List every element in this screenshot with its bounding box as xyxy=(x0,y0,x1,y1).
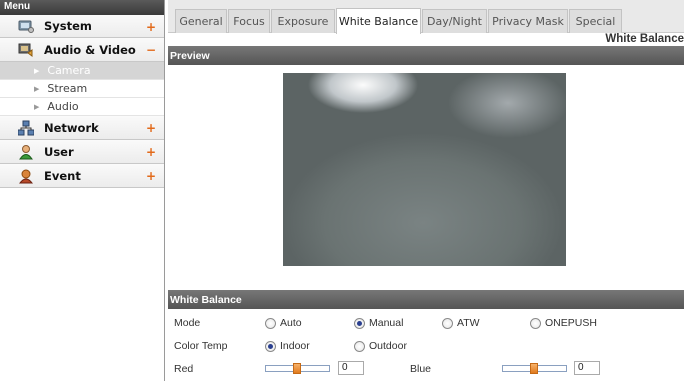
arrow-right-icon: ▶ xyxy=(34,66,40,75)
tab-bar: General Focus Exposure White Balance Day… xyxy=(168,0,684,34)
red-slider-thumb[interactable] xyxy=(293,363,301,374)
page-title: White Balance xyxy=(605,33,684,45)
sidebar-item-user[interactable]: User + xyxy=(0,140,164,164)
radio-label: Indoor xyxy=(280,340,310,352)
sidebar-item-label: System xyxy=(44,19,92,33)
radio-button[interactable] xyxy=(265,317,276,329)
color-temp-radio-indoor[interactable]: Indoor xyxy=(265,340,310,352)
tab-white-balance[interactable]: White Balance xyxy=(336,8,421,34)
expand-toggle[interactable]: + xyxy=(146,20,156,34)
mode-label: Mode xyxy=(174,317,201,329)
blue-value-input[interactable]: 0 xyxy=(574,361,600,375)
tab-focus[interactable]: Focus xyxy=(228,9,270,33)
blue-label: Blue xyxy=(410,363,432,375)
radio-label: ONEPUSH xyxy=(545,317,597,329)
mode-radio-auto[interactable]: Auto xyxy=(265,317,302,329)
sidebar-item-network[interactable]: Network + xyxy=(0,116,164,140)
radio-button-selected[interactable] xyxy=(265,340,276,352)
sidebar-subitem-label: Camera xyxy=(47,64,91,77)
blue-slider-thumb[interactable] xyxy=(530,363,538,374)
sidebar-item-label: Event xyxy=(44,168,81,183)
arrow-right-icon: ▶ xyxy=(34,84,40,93)
sidebar-item-event[interactable]: Event + xyxy=(0,164,164,188)
arrow-right-icon: ▶ xyxy=(34,102,40,111)
event-icon xyxy=(18,168,34,184)
sidebar-subitem-camera[interactable]: ▶ Camera xyxy=(0,62,164,80)
tab-day-night[interactable]: Day/Night xyxy=(422,9,487,33)
camera-preview-image xyxy=(283,73,566,266)
tab-general[interactable]: General xyxy=(175,9,227,33)
mode-row: Mode Auto Manual ATW ONEPUSH xyxy=(168,313,684,335)
sidebar-item-audio-video[interactable]: Audio & Video − xyxy=(0,38,164,62)
radio-label: Outdoor xyxy=(369,340,407,352)
tab-special[interactable]: Special xyxy=(569,9,622,33)
preview-section-header: Preview xyxy=(168,46,684,65)
network-icon xyxy=(17,120,35,136)
audio-video-icon xyxy=(18,42,34,58)
expand-toggle[interactable]: + xyxy=(146,169,156,183)
sidebar-item-label: Network xyxy=(44,120,99,135)
red-label: Red xyxy=(174,363,194,375)
sidebar-menu: Menu System + Audio & Video − ▶ Camera ▶… xyxy=(0,0,165,381)
radio-label: ATW xyxy=(457,317,480,329)
user-icon xyxy=(18,144,34,160)
red-blue-row: Red 0 Blue 0 xyxy=(168,359,684,381)
sidebar-subitem-stream[interactable]: ▶ Stream xyxy=(0,80,164,98)
blue-slider[interactable] xyxy=(502,363,567,374)
tab-privacy-mask[interactable]: Privacy Mask xyxy=(488,9,568,33)
radio-button[interactable] xyxy=(442,317,453,329)
mode-radio-atw[interactable]: ATW xyxy=(442,317,480,329)
menu-header: Menu xyxy=(0,0,164,15)
radio-button-selected[interactable] xyxy=(354,317,365,329)
white-balance-section-header: White Balance xyxy=(168,290,684,309)
mode-radio-manual[interactable]: Manual xyxy=(354,317,403,329)
radio-label: Auto xyxy=(280,317,302,329)
red-value-input[interactable]: 0 xyxy=(338,361,364,375)
color-temp-radio-outdoor[interactable]: Outdoor xyxy=(354,340,407,352)
sidebar-subitem-audio[interactable]: ▶ Audio xyxy=(0,98,164,116)
sidebar-item-label: User xyxy=(44,144,74,159)
sidebar-subitem-label: Audio xyxy=(47,100,79,113)
color-temp-label: Color Temp xyxy=(174,340,228,352)
tab-exposure[interactable]: Exposure xyxy=(271,9,335,33)
sidebar-item-label: Audio & Video xyxy=(44,42,136,57)
sidebar-subitem-label: Stream xyxy=(47,82,88,95)
color-temp-row: Color Temp Indoor Outdoor xyxy=(168,336,684,358)
radio-button[interactable] xyxy=(530,317,541,329)
mode-radio-onepush[interactable]: ONEPUSH xyxy=(530,317,597,329)
radio-label: Manual xyxy=(369,317,404,329)
radio-button[interactable] xyxy=(354,340,365,352)
expand-toggle[interactable]: + xyxy=(146,145,156,159)
collapse-toggle[interactable]: − xyxy=(146,43,156,57)
expand-toggle[interactable]: + xyxy=(146,121,156,135)
sidebar-item-system[interactable]: System + xyxy=(0,15,164,38)
system-icon xyxy=(18,18,34,34)
red-slider[interactable] xyxy=(265,363,330,374)
